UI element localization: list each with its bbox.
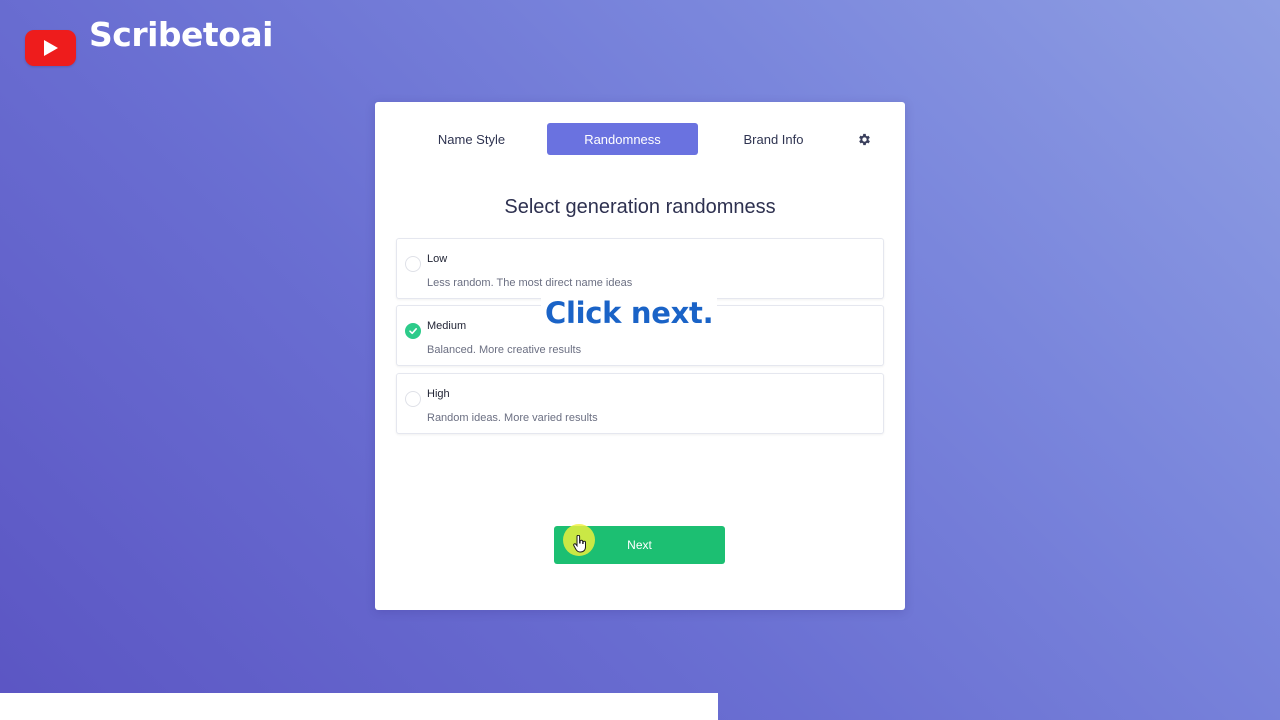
page-title: Select generation randomness xyxy=(504,196,776,218)
option-high[interactable]: High Random ideas. More varied results xyxy=(396,373,884,434)
option-label: Low xyxy=(427,253,448,265)
option-description: Random ideas. More varied results xyxy=(427,412,598,424)
option-label: High xyxy=(427,388,450,400)
brand-name: Scribetoai xyxy=(89,15,273,54)
radio-medium[interactable] xyxy=(405,323,421,339)
tab-bar: Name Style Randomness Brand Info xyxy=(375,123,905,155)
option-low[interactable]: Low Less random. The most direct name id… xyxy=(396,238,884,299)
brand-watermark: Scribetoai xyxy=(25,16,273,66)
randomness-card: Name Style Randomness Brand Info Select … xyxy=(375,102,905,610)
gear-icon[interactable] xyxy=(857,132,872,147)
instruction-caption: Click next. xyxy=(541,293,718,333)
caption-strip xyxy=(0,693,718,720)
check-icon xyxy=(409,328,417,335)
radio-high[interactable] xyxy=(405,391,421,407)
youtube-play-icon xyxy=(25,30,76,66)
tab-randomness[interactable]: Randomness xyxy=(547,123,698,155)
option-description: Balanced. More creative results xyxy=(427,344,582,356)
radio-low[interactable] xyxy=(405,256,421,272)
option-label: Medium xyxy=(427,320,467,332)
hand-cursor-icon xyxy=(573,534,587,558)
tab-brand-info[interactable]: Brand Info xyxy=(698,123,849,155)
option-description: Less random. The most direct name ideas xyxy=(427,277,633,289)
tab-name-style[interactable]: Name Style xyxy=(396,123,547,155)
